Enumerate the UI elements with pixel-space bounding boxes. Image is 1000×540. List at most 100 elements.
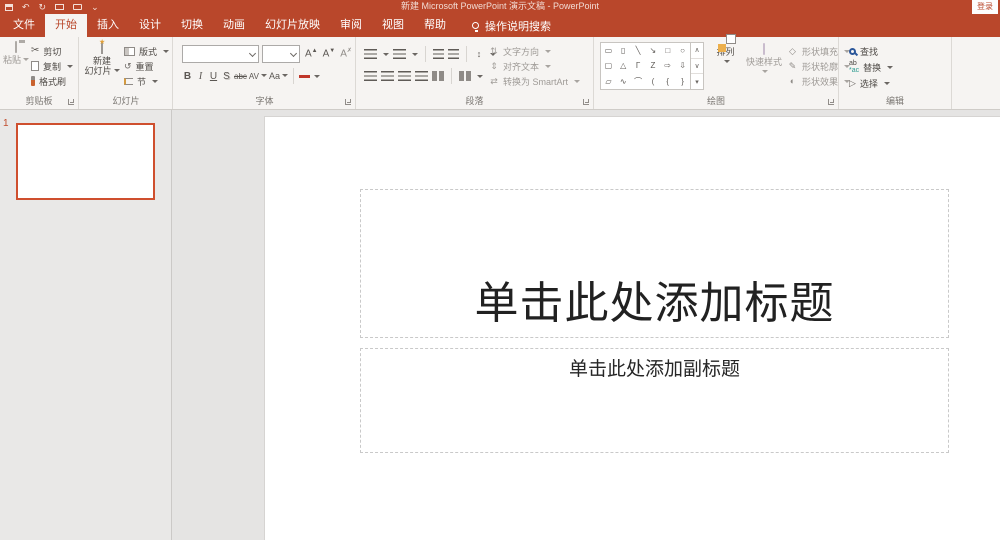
tab-file[interactable]: 文件 xyxy=(3,14,45,37)
shape-effects-icon: ◐ xyxy=(789,76,796,86)
slide-canvas[interactable]: 单击此处添加标题 单击此处添加副标题 xyxy=(264,116,1000,540)
clipboard-dialog-launcher-icon[interactable] xyxy=(68,99,74,105)
shape-right-brace-icon[interactable]: } xyxy=(675,74,690,89)
quick-styles-button[interactable]: 快速样式 xyxy=(743,43,785,77)
font-dialog-launcher-icon[interactable] xyxy=(345,99,351,105)
group-label-slides: 幻灯片 xyxy=(112,96,140,106)
tab-review[interactable]: 审阅 xyxy=(330,14,372,37)
shape-rectangle-icon[interactable]: □ xyxy=(660,43,675,58)
tell-me-search[interactable]: 操作说明搜索 xyxy=(472,14,551,37)
tab-view[interactable]: 视图 xyxy=(372,14,414,37)
paste-button[interactable]: 粘贴 xyxy=(3,41,30,65)
shape-left-brace-icon[interactable]: { xyxy=(660,74,675,89)
subtitle-placeholder[interactable]: 单击此处添加副标题 xyxy=(360,348,949,453)
ribbon: 粘贴 ✂剪切 复制 格式刷 剪贴板 新建幻灯片 版式 ↺重置 节 幻灯片 xyxy=(0,37,1000,110)
tab-help[interactable]: 帮助 xyxy=(414,14,456,37)
increase-indent-icon[interactable] xyxy=(448,49,459,59)
gallery-scroll-up-icon[interactable]: ∧ xyxy=(691,43,703,59)
shape-elbow-arrow-icon[interactable]: Z xyxy=(645,58,660,73)
tab-slideshow[interactable]: 幻灯片放映 xyxy=(255,14,330,37)
gallery-more-icon[interactable]: ▾ xyxy=(691,74,703,89)
replace-button[interactable]: ab *ac 替换 xyxy=(849,60,894,74)
section-icon xyxy=(124,77,133,85)
align-text-button[interactable]: ⇕ 对齐文本 xyxy=(489,59,580,73)
shape-rounded-rectangle-icon[interactable]: ▢ xyxy=(601,58,616,73)
chevron-down-icon[interactable] xyxy=(314,74,320,78)
shrink-font-button[interactable]: A▼ xyxy=(323,48,336,59)
find-button[interactable]: 查找 xyxy=(849,44,893,58)
slide-thumbnail-1[interactable] xyxy=(16,123,155,200)
search-icon xyxy=(849,47,856,55)
justify-icon[interactable] xyxy=(415,71,428,81)
shape-arrow-line-icon[interactable]: ↘ xyxy=(645,43,660,58)
tab-home[interactable]: 开始 xyxy=(45,14,87,37)
lightbulb-icon xyxy=(472,22,479,32)
clear-formatting-button[interactable]: A✗ xyxy=(340,47,352,59)
shape-freeform-icon[interactable]: ▱ xyxy=(601,74,616,89)
gallery-scroll-down-icon[interactable]: ∨ xyxy=(691,59,703,75)
group-label-drawing: 绘图 xyxy=(706,96,725,106)
group-paragraph: ↕ ⇅ 文字方向 ⇕ 对齐文本 ⇄ 转换为 SmartArt 段落 xyxy=(356,37,594,109)
shape-down-arrow-icon[interactable]: ⇩ xyxy=(675,58,690,73)
new-slide-icon xyxy=(101,42,103,54)
shape-curve-icon[interactable]: ( xyxy=(645,74,660,89)
distributed-icon[interactable] xyxy=(432,71,444,81)
strikethrough-button[interactable]: abc xyxy=(234,72,247,81)
new-slide-button[interactable]: 新建幻灯片 xyxy=(84,42,120,76)
paragraph-dialog-launcher-icon[interactable] xyxy=(583,99,589,105)
change-case-button[interactable]: Aa xyxy=(269,71,288,81)
align-text-icon: ⇕ xyxy=(490,61,498,71)
title-placeholder[interactable]: 单击此处添加标题 xyxy=(360,189,949,338)
layout-button[interactable]: 版式 xyxy=(124,44,170,58)
bullets-icon[interactable] xyxy=(364,49,377,59)
arrange-button[interactable]: 排列 xyxy=(710,44,741,67)
shapes-gallery: ▭ ▯ ╲ ↘ □ ○ ▢ △ Γ Z ⇨ ⇩ ▱ ∿ ⌒ ( {} ∧ ∨ … xyxy=(600,42,704,90)
shape-vertical-textbox-icon[interactable]: ▯ xyxy=(616,43,631,58)
align-left-icon[interactable] xyxy=(364,71,377,81)
select-button[interactable]: ▷ 选择 xyxy=(849,76,893,90)
format-painter-icon xyxy=(31,76,35,86)
italic-button[interactable]: I xyxy=(195,71,206,82)
sign-in-button[interactable]: 登录 xyxy=(972,0,998,14)
shape-line-icon[interactable]: ╲ xyxy=(631,43,646,58)
shape-textbox-icon[interactable]: ▭ xyxy=(601,43,616,58)
grow-font-button[interactable]: A▲ xyxy=(305,48,318,59)
shape-scribble-icon[interactable]: ∿ xyxy=(616,74,631,89)
columns-icon[interactable] xyxy=(459,71,471,81)
font-color-button[interactable] xyxy=(299,74,310,78)
title-bar: ↶ ↻ ⌄ 新建 Microsoft PowerPoint 演示文稿 - Pow… xyxy=(0,0,1000,14)
cut-button[interactable]: ✂ 剪切 xyxy=(31,44,73,58)
drawing-dialog-launcher-icon[interactable] xyxy=(828,99,834,105)
tab-transitions[interactable]: 切换 xyxy=(171,14,213,37)
tab-design[interactable]: 设计 xyxy=(129,14,171,37)
clipboard-icon xyxy=(15,41,17,53)
font-name-combo[interactable] xyxy=(182,45,259,63)
subtitle-placeholder-text: 单击此处添加副标题 xyxy=(568,359,740,380)
shape-arc-icon[interactable]: ⌒ xyxy=(631,74,646,89)
font-size-combo[interactable] xyxy=(262,45,300,63)
underline-button[interactable]: U xyxy=(208,71,219,82)
decrease-indent-icon[interactable] xyxy=(433,49,444,59)
tab-insert[interactable]: 插入 xyxy=(87,14,129,37)
reset-button[interactable]: ↺ 重置 xyxy=(124,59,169,73)
bold-button[interactable]: B xyxy=(182,71,193,82)
scissors-icon: ✂ xyxy=(31,45,40,56)
smartart-icon: ⇄ xyxy=(490,76,498,86)
convert-smartart-button[interactable]: ⇄ 转换为 SmartArt xyxy=(489,74,581,88)
section-button[interactable]: 节 xyxy=(124,74,169,88)
shape-triangle-icon[interactable]: △ xyxy=(616,58,631,73)
gallery-scrollbar: ∧ ∨ ▾ xyxy=(690,43,703,89)
align-center-icon[interactable] xyxy=(381,71,394,81)
shape-oval-icon[interactable]: ○ xyxy=(675,43,690,58)
text-shadow-button[interactable]: S xyxy=(221,71,232,82)
numbering-icon[interactable] xyxy=(393,49,406,59)
character-spacing-button[interactable]: AV xyxy=(249,72,267,81)
tab-animations[interactable]: 动画 xyxy=(213,14,255,37)
copy-button[interactable]: 复制 xyxy=(31,59,74,73)
format-painter-button[interactable]: 格式刷 xyxy=(31,74,73,88)
line-spacing-icon[interactable]: ↕ xyxy=(474,49,484,59)
shape-right-arrow-icon[interactable]: ⇨ xyxy=(660,58,675,73)
align-right-icon[interactable] xyxy=(398,71,411,81)
shape-elbow-connector-icon[interactable]: Γ xyxy=(631,58,646,73)
text-direction-button[interactable]: ⇅ 文字方向 xyxy=(489,44,580,58)
